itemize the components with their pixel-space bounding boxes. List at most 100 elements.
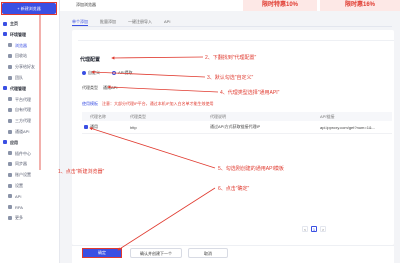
table-header-type: 代理类型 bbox=[130, 113, 146, 119]
tab-bar: 单个添加 批量添加 一键注册导入 API bbox=[72, 18, 392, 27]
sidebar: + 新建浏览器 主页 环境管理 浏览器 回收站 分享给好友 团队 代理管理 平台代理 自有代理三… bbox=[0, 0, 60, 263]
sidebar-item-label: 团队 bbox=[15, 75, 23, 80]
sidebar-item-icon bbox=[3, 32, 7, 37]
sidebar-item-label: API bbox=[15, 193, 22, 199]
sidebar-item-icon bbox=[3, 86, 7, 91]
tab-single-add[interactable]: 单个添加 bbox=[72, 18, 88, 26]
row-api: api.ipproxy.com/get?num=1&... bbox=[320, 124, 375, 130]
sidebar-item-icon bbox=[3, 140, 7, 145]
sidebar-item[interactable]: 同步器 bbox=[8, 160, 27, 167]
table-header-desc: 代理说明 bbox=[210, 113, 226, 119]
sidebar-item-icon bbox=[8, 107, 12, 112]
sidebar-item-icon bbox=[8, 183, 12, 188]
sidebar-item-icon bbox=[8, 129, 12, 134]
sidebar-item[interactable]: 团队 bbox=[8, 74, 23, 81]
sidebar-item[interactable]: 更多 bbox=[8, 214, 23, 221]
sidebar-item-label: RPA bbox=[15, 204, 23, 210]
sidebar-item-label: 平台代理 bbox=[15, 96, 31, 102]
annotation-step-3: 3、默认勾选"自定义" bbox=[207, 75, 254, 81]
annotation-step-6: 6、点击"确定" bbox=[218, 186, 250, 192]
row-checkbox[interactable] bbox=[84, 124, 88, 129]
radio-checked-icon bbox=[82, 71, 86, 75]
sidebar-item[interactable]: 代理管理 bbox=[3, 85, 26, 92]
sidebar-item[interactable]: 三方代理 bbox=[8, 117, 31, 124]
table-header-api: API链接 bbox=[320, 113, 335, 119]
sidebar-item-label: 应用 bbox=[10, 139, 18, 145]
promo-banner-1[interactable]: 限时特惠10% bbox=[243, 0, 317, 11]
radio-custom[interactable]: 自定义 bbox=[82, 70, 100, 76]
main-card bbox=[72, 30, 394, 245]
annotation-step-2: 2、下翻找到"代理配置" bbox=[205, 55, 257, 61]
sidebar-item-label: 主页 bbox=[10, 21, 18, 26]
sidebar-item[interactable]: 平台代理 bbox=[8, 96, 31, 103]
sidebar-item-icon bbox=[8, 118, 12, 123]
sidebar-item[interactable]: 自有代理 bbox=[8, 106, 31, 113]
sidebar-item[interactable]: 账户设置 bbox=[8, 171, 31, 178]
sidebar-item[interactable]: 分享给好友 bbox=[8, 63, 35, 70]
cancel-button[interactable]: 取消 bbox=[188, 248, 228, 258]
proxy-type-label: 代理类型 bbox=[82, 85, 98, 90]
promo-banner-2[interactable]: 限时惠16% bbox=[320, 0, 400, 11]
sidebar-item-label: 设置 bbox=[15, 183, 23, 188]
sidebar-item-icon bbox=[8, 75, 12, 80]
pager-page-1[interactable]: 1 bbox=[311, 226, 317, 232]
sidebar-item[interactable]: 浏览器 bbox=[8, 42, 27, 49]
window-title: 添加浏览器 bbox=[76, 2, 96, 7]
sidebar-item-icon bbox=[8, 215, 12, 220]
sidebar-item-label: 账户设置 bbox=[15, 172, 31, 178]
radio-api-extract[interactable]: API提取 bbox=[112, 70, 132, 76]
pagination: < 1 > bbox=[302, 226, 326, 232]
template-hint-row: 使用模板 注意：大部分代理IP平台，通过本机IP加入白名单才能生效使用 bbox=[82, 101, 214, 107]
tab-batch-add[interactable]: 批量添加 bbox=[100, 18, 116, 26]
sidebar-item-label: 通道API bbox=[15, 129, 30, 134]
sidebar-item[interactable]: 通道API bbox=[8, 128, 29, 135]
proxy-mode-radios: 自定义 API提取 bbox=[82, 70, 132, 76]
annotation-step-5: 5、勾选刚创建的通用API模板 bbox=[218, 166, 284, 172]
row-name: 通用 bbox=[90, 124, 98, 129]
sidebar-item[interactable]: RPA bbox=[8, 204, 23, 211]
sidebar-item-label: 三方代理 bbox=[15, 118, 31, 124]
app-window: + 新建浏览器 主页 环境管理 浏览器 回收站 分享给好友 团队 代理管理 平台代理 自有代理三… bbox=[0, 0, 400, 263]
sidebar-item-label: 插件中心 bbox=[15, 150, 31, 156]
sidebar-item-label: 更多 bbox=[15, 215, 23, 221]
sidebar-item-icon bbox=[8, 97, 12, 102]
radio-api-label: API提取 bbox=[118, 70, 133, 75]
proxy-type-select[interactable]: 通用API bbox=[103, 85, 117, 91]
proxy-template-table: 代理名称 代理类型 代理说明 API链接 通用 http 通过API方式获取链接… bbox=[82, 112, 392, 134]
sidebar-item[interactable]: 主页 bbox=[3, 20, 18, 27]
table-header: 代理名称 代理类型 代理说明 API链接 bbox=[82, 112, 392, 121]
sidebar-item[interactable]: 环境管理 bbox=[3, 31, 26, 38]
tab-api[interactable]: API bbox=[164, 18, 170, 26]
sidebar-item-icon bbox=[8, 205, 12, 210]
highlight-new-browser bbox=[1, 2, 57, 15]
sidebar-item-label: 分享给好友 bbox=[15, 64, 35, 70]
table-header-name: 代理名称 bbox=[90, 113, 106, 119]
sidebar-item-icon bbox=[8, 53, 12, 58]
row-desc: 通过API方式获取链接代理IP bbox=[210, 124, 261, 129]
sidebar-item-label: 同步器 bbox=[15, 161, 27, 167]
table-row[interactable]: 通用 http 通过API方式获取链接代理IP api.ipproxy.com/… bbox=[82, 121, 392, 134]
row-type: http bbox=[130, 124, 137, 130]
sidebar-item[interactable]: API bbox=[8, 193, 21, 200]
sidebar-item[interactable]: 回收站 bbox=[8, 52, 27, 59]
sidebar-item[interactable]: 应用 bbox=[3, 139, 18, 146]
sidebar-item-label: 自有代理 bbox=[15, 107, 31, 113]
sidebar-item-label: 环境管理 bbox=[10, 31, 26, 37]
proxy-notice-text: 注意：大部分代理IP平台，通过本机IP加入白名单才能生效使用 bbox=[102, 101, 214, 106]
sidebar-item[interactable]: 插件中心 bbox=[8, 150, 31, 157]
annotation-step-4: 4、代理类型选择"通用API" bbox=[220, 90, 280, 96]
sidebar-item-label: 代理管理 bbox=[10, 85, 26, 91]
pager-prev[interactable]: < bbox=[302, 226, 308, 232]
sidebar-item-icon bbox=[3, 21, 7, 26]
use-template-tab[interactable]: 使用模板 bbox=[82, 101, 98, 107]
sidebar-item-icon bbox=[8, 172, 12, 177]
sidebar-item[interactable]: 设置 bbox=[8, 182, 23, 189]
pager-next[interactable]: > bbox=[320, 226, 326, 232]
proxy-section-title: 代理配置 bbox=[80, 57, 101, 63]
sidebar-item-icon bbox=[8, 43, 12, 48]
tab-register-import[interactable]: 一键注册导入 bbox=[128, 18, 152, 26]
sidebar-item-label: 回收站 bbox=[15, 53, 27, 59]
sidebar-item-icon bbox=[8, 151, 12, 156]
sidebar-item-icon bbox=[8, 194, 12, 199]
confirm-and-next-button[interactable]: 确认并创建下一个 bbox=[130, 248, 182, 258]
